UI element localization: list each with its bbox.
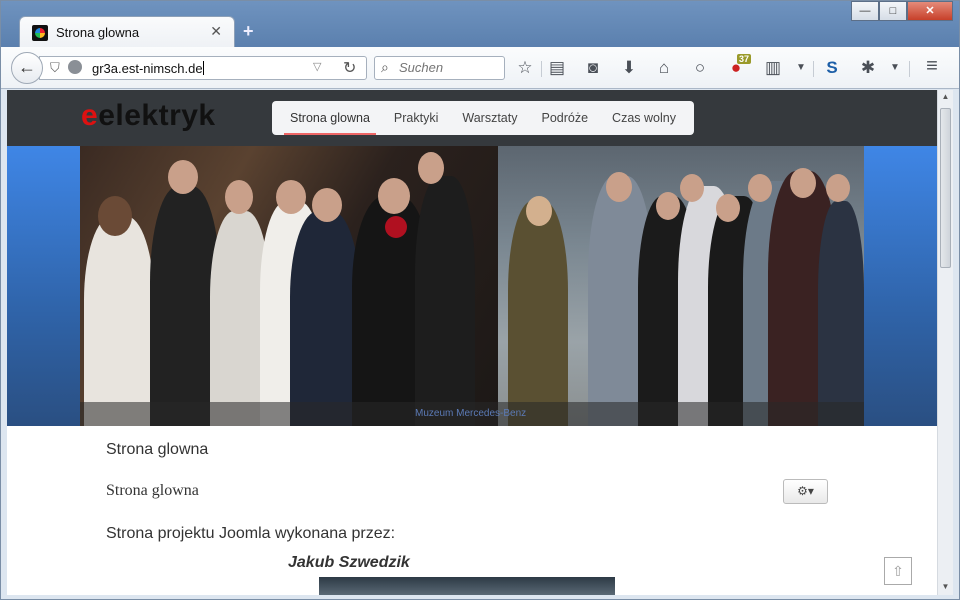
main-menu: Strona glowna Praktyki Warsztaty Podróże… [272, 101, 694, 135]
back-button[interactable]: ← [11, 52, 43, 84]
page-viewport: eelektryk Strona glowna Praktyki Warszta… [7, 90, 937, 595]
reload-icon[interactable]: ↻ [343, 58, 356, 78]
s-extension-icon[interactable]: S [821, 58, 843, 78]
article-tools-button[interactable]: ⚙▾ [783, 479, 828, 504]
download-icon[interactable]: ⬇ [618, 58, 640, 78]
menu-item-podroze[interactable]: Podróże [529, 101, 600, 135]
tab-title: Strona glowna [56, 25, 140, 40]
toolbar-separator [909, 61, 910, 77]
search-input[interactable] [399, 60, 499, 75]
tab-strona-glowna[interactable]: Strona glowna ✕ [19, 16, 235, 48]
chat-icon[interactable]: ○ [689, 58, 711, 78]
toolbar-separator [813, 61, 814, 77]
vertical-scrollbar[interactable]: ▲ ▼ [937, 90, 953, 595]
hero-banner: Muzeum Mercedes-Benz [7, 146, 937, 426]
scrollbar-thumb[interactable] [940, 108, 951, 268]
search-icon: ⌕ [381, 59, 389, 75]
intro-text: Strona projektu Joomla wykonana przez: [106, 525, 396, 542]
site-header: eelektryk Strona glowna Praktyki Warszta… [7, 90, 937, 146]
url-input[interactable]: gr3a.est-nimsch.de [92, 61, 204, 76]
close-window-button[interactable]: ✕ [907, 1, 953, 21]
pocket-icon[interactable]: ◙ [582, 58, 604, 78]
author-photo [319, 577, 615, 595]
minimize-button[interactable]: — [851, 1, 879, 21]
menu-icon[interactable]: ≡ [921, 55, 943, 78]
bug-icon[interactable]: ✱ [857, 58, 879, 78]
toolbar-separator [541, 61, 542, 77]
url-dropdown-icon[interactable]: ▽ [313, 60, 321, 73]
navigation-toolbar: ⛉ gr3a.est-nimsch.de ▽ ↻ ← ⌕ ☆ ▤ ◙ ⬇ ⌂ ○… [1, 47, 959, 89]
menu-item-warsztaty[interactable]: Warsztaty [450, 101, 529, 135]
bookmark-star-icon[interactable]: ☆ [514, 58, 536, 78]
dropdown-icon[interactable]: ▼ [884, 62, 906, 73]
bowling-photo [80, 146, 498, 426]
menu-item-praktyki[interactable]: Praktyki [382, 101, 450, 135]
hero-caption: Muzeum Mercedes-Benz [415, 408, 527, 419]
search-box[interactable]: ⌕ [374, 56, 505, 80]
url-bar[interactable]: ⛉ gr3a.est-nimsch.de ▽ ↻ [39, 56, 367, 80]
tab-close-icon[interactable]: ✕ [210, 23, 222, 40]
clipboard-icon[interactable]: ▥ [762, 58, 784, 78]
globe-icon[interactable] [68, 60, 82, 74]
author-name: Jakub Szwedzik [288, 554, 410, 571]
maximize-button[interactable]: □ [879, 1, 907, 21]
hero-caption-bar: Muzeum Mercedes-Benz [80, 402, 864, 426]
joomla-favicon-icon [32, 25, 48, 41]
main-content: Strona glowna Strona glowna ⚙▾ Strona pr… [7, 426, 937, 595]
museum-group-photo [498, 146, 864, 426]
window-controls: — □ ✕ [851, 1, 953, 21]
reading-list-icon[interactable]: ▤ [546, 58, 568, 78]
site-logo[interactable]: eelektryk [81, 99, 216, 133]
scroll-up-arrow-icon[interactable]: ▲ [938, 92, 953, 101]
shield-icon[interactable]: ⛉ [50, 60, 60, 76]
home-icon[interactable]: ⌂ [653, 58, 675, 78]
notification-badge: 37 [737, 54, 752, 64]
page-title: Strona glowna [106, 482, 199, 499]
menu-item-strona-glowna[interactable]: Strona glowna [278, 101, 382, 135]
new-tab-button[interactable]: + [243, 21, 254, 42]
scroll-to-top-button[interactable]: ⇧ [884, 557, 912, 585]
breadcrumb[interactable]: Strona glowna [106, 441, 208, 459]
browser-window: Strona glowna ✕ + — □ ✕ ⛉ gr3a.est-nimsc… [0, 0, 960, 600]
title-bar: Strona glowna ✕ + — □ ✕ [1, 1, 959, 48]
scroll-down-arrow-icon[interactable]: ▼ [938, 582, 953, 591]
dropdown-icon[interactable]: ▼ [790, 62, 812, 73]
menu-item-czas-wolny[interactable]: Czas wolny [600, 101, 688, 135]
